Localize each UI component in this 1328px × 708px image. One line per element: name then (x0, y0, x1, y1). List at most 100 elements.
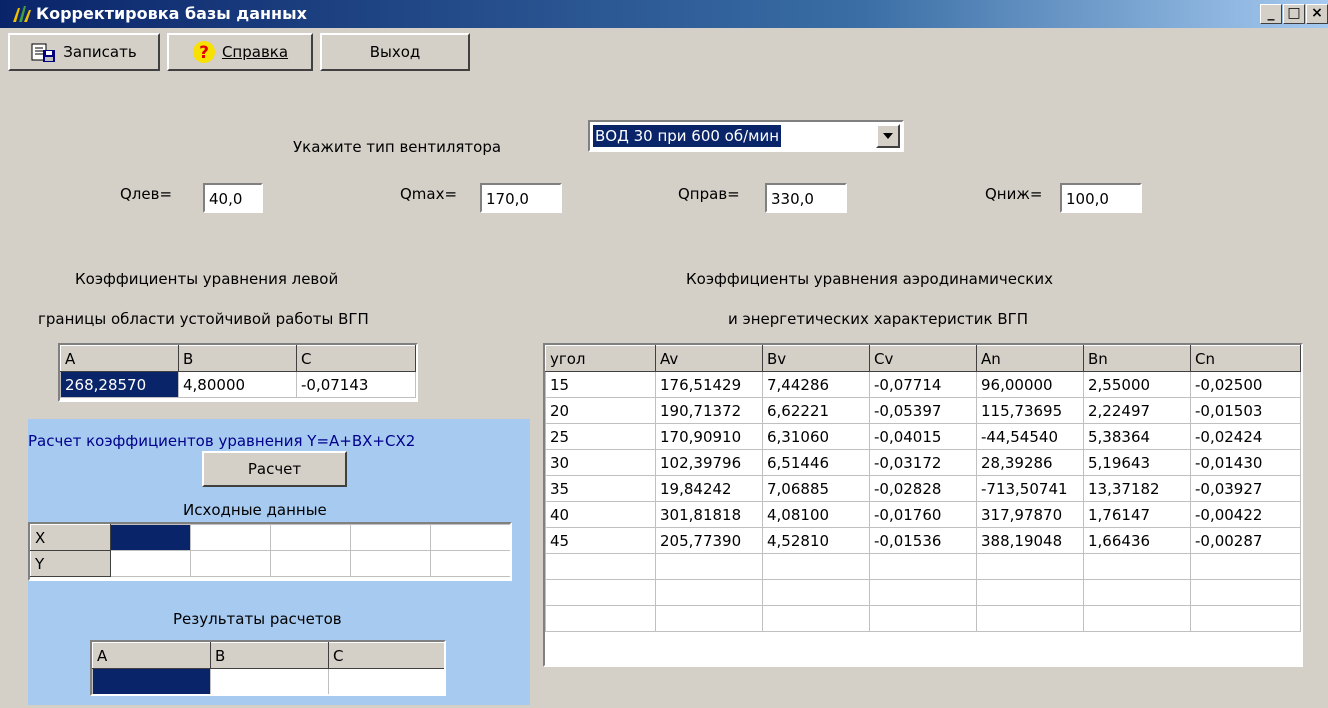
aero-table[interactable]: угол Av Bv Cv An Bn Cn 15 176,51429 7,44286 -0,077… (543, 343, 1303, 667)
calculate-button[interactable]: Расчет (202, 451, 347, 487)
table-row[interactable]: 25 170,90910 6,31060 -0,04015 -44,54540 5,383… (545, 423, 1301, 450)
table-cell[interactable]: -0,02500 (1190, 371, 1301, 398)
input-cell[interactable] (270, 524, 351, 551)
input-cell[interactable] (350, 550, 431, 577)
table-cell[interactable]: -0,03927 (1190, 475, 1301, 502)
table-cell[interactable]: 6,62221 (762, 397, 870, 424)
table-cell[interactable]: 96,00000 (976, 371, 1084, 398)
table-cell[interactable]: 7,44286 (762, 371, 870, 398)
input-cell[interactable] (110, 524, 191, 551)
table-row[interactable]: 15 176,51429 7,44286 -0,07714 96,00000 2,5500… (545, 371, 1301, 398)
table-cell[interactable]: -0,01430 (1190, 449, 1301, 476)
table-cell[interactable] (655, 579, 763, 606)
table-cell[interactable] (976, 579, 1084, 606)
table-cell[interactable] (976, 553, 1084, 580)
close-button[interactable]: × (1306, 4, 1328, 24)
table-cell[interactable] (762, 553, 870, 580)
table-cell[interactable]: 102,39796 (655, 449, 763, 476)
table-cell[interactable]: 30 (545, 449, 656, 476)
table-cell[interactable]: 1,66436 (1083, 527, 1191, 554)
minimize-button[interactable]: _ (1260, 4, 1282, 24)
table-cell[interactable]: -0,05397 (869, 397, 977, 424)
result-cell[interactable] (210, 668, 329, 694)
table-row[interactable] (545, 579, 1301, 606)
input-cell[interactable] (190, 524, 271, 551)
table-cell[interactable]: 40 (545, 501, 656, 528)
q-left-input[interactable]: 40,0 (203, 183, 263, 213)
table-cell[interactable] (762, 579, 870, 606)
table-cell[interactable]: 28,39286 (976, 449, 1084, 476)
table-cell[interactable]: 2,22497 (1083, 397, 1191, 424)
table-row[interactable]: 30 102,39796 6,51446 -0,03172 28,39286 5,1964… (545, 449, 1301, 476)
table-cell[interactable]: 15 (545, 371, 656, 398)
exit-button[interactable]: Выход (320, 33, 470, 71)
table-cell[interactable]: 170,90910 (655, 423, 763, 450)
result-cell[interactable] (328, 668, 444, 694)
input-cell[interactable] (190, 550, 271, 577)
input-cell[interactable] (350, 524, 431, 551)
result-cell[interactable] (92, 668, 211, 694)
table-cell[interactable] (655, 605, 763, 632)
table-cell[interactable]: 301,81818 (655, 501, 763, 528)
help-button[interactable]: ? Справка (167, 33, 313, 71)
table-cell[interactable] (976, 605, 1084, 632)
fan-type-dropdown[interactable]: ВОД 30 при 600 об/мин (588, 120, 904, 152)
table-cell[interactable]: -713,50741 (976, 475, 1084, 502)
table-cell[interactable]: 5,19643 (1083, 449, 1191, 476)
save-button[interactable]: Записать (8, 33, 160, 71)
table-cell[interactable]: 25 (545, 423, 656, 450)
table-cell[interactable]: -0,02424 (1190, 423, 1301, 450)
input-cell[interactable] (270, 550, 351, 577)
table-cell[interactable] (545, 579, 656, 606)
table-cell[interactable]: 176,51429 (655, 371, 763, 398)
table-cell[interactable]: 20 (545, 397, 656, 424)
table-row[interactable] (545, 553, 1301, 580)
table-cell[interactable]: 115,73695 (976, 397, 1084, 424)
table-cell[interactable]: 35 (545, 475, 656, 502)
table-cell[interactable] (1083, 553, 1191, 580)
q-max-input[interactable]: 170,0 (480, 183, 562, 213)
table-cell[interactable]: 6,51446 (762, 449, 870, 476)
table-cell[interactable] (1190, 605, 1301, 632)
table-cell[interactable]: 4,08100 (762, 501, 870, 528)
table-cell[interactable] (545, 605, 656, 632)
table-cell[interactable]: 13,37182 (1083, 475, 1191, 502)
table-row[interactable]: 35 19,84242 7,06885 -0,02828 -713,50741 13,37… (545, 475, 1301, 502)
table-cell[interactable]: -0,03172 (869, 449, 977, 476)
table-cell[interactable] (1190, 553, 1301, 580)
dropdown-arrow-icon[interactable] (876, 124, 900, 148)
table-cell[interactable]: 6,31060 (762, 423, 870, 450)
q-right-input[interactable]: 330,0 (765, 183, 847, 213)
table-cell[interactable]: 19,84242 (655, 475, 763, 502)
table-cell[interactable] (869, 605, 977, 632)
results-table[interactable]: A B C (90, 640, 446, 696)
table-cell[interactable]: 205,77390 (655, 527, 763, 554)
table-cell[interactable]: 4,52810 (762, 527, 870, 554)
table-row[interactable]: 40 301,81818 4,08100 -0,01760 317,97870 1,761… (545, 501, 1301, 528)
table-cell[interactable]: 388,19048 (976, 527, 1084, 554)
table-cell[interactable]: 1,76147 (1083, 501, 1191, 528)
value-c[interactable]: -0,07143 (296, 371, 416, 398)
value-a[interactable]: 268,28570 (60, 371, 179, 398)
input-data-table[interactable]: X Y (28, 522, 512, 581)
table-cell[interactable]: 317,97870 (976, 501, 1084, 528)
table-cell[interactable]: -44,54540 (976, 423, 1084, 450)
q-bottom-input[interactable]: 100,0 (1060, 183, 1142, 213)
table-cell[interactable]: -0,01760 (869, 501, 977, 528)
table-cell[interactable]: -0,04015 (869, 423, 977, 450)
table-cell[interactable] (869, 579, 977, 606)
table-row[interactable]: 45 205,77390 4,52810 -0,01536 388,19048 1,664… (545, 527, 1301, 554)
table-cell[interactable] (1083, 579, 1191, 606)
table-cell[interactable]: 7,06885 (762, 475, 870, 502)
table-cell[interactable]: -0,01536 (869, 527, 977, 554)
maximize-button[interactable]: □ (1283, 4, 1305, 24)
table-cell[interactable]: -0,01503 (1190, 397, 1301, 424)
table-row[interactable] (545, 605, 1301, 632)
input-cell[interactable] (430, 524, 510, 551)
table-cell[interactable]: 5,38364 (1083, 423, 1191, 450)
table-cell[interactable] (1083, 605, 1191, 632)
table-cell[interactable] (1190, 579, 1301, 606)
value-b[interactable]: 4,80000 (178, 371, 297, 398)
table-cell[interactable] (655, 553, 763, 580)
table-cell[interactable]: -0,07714 (869, 371, 977, 398)
